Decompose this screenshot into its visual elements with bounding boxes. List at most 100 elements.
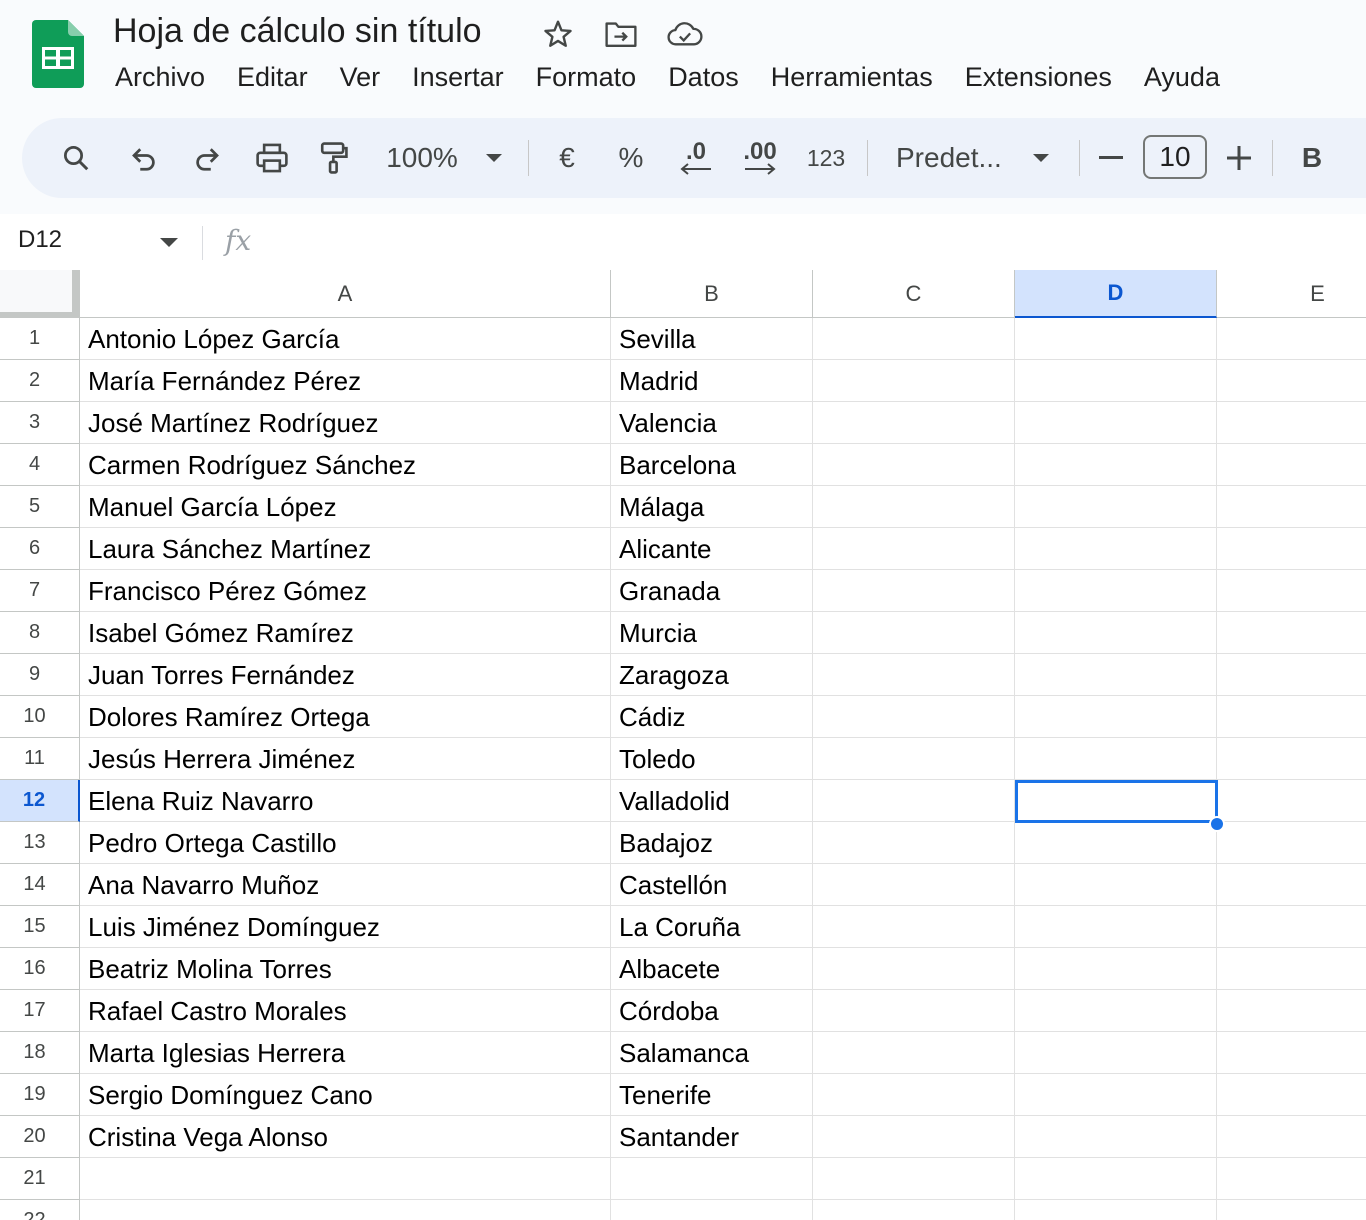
font-size-input[interactable]: 10: [1143, 135, 1207, 179]
row-header-6[interactable]: 6: [0, 528, 80, 570]
cell-b2[interactable]: Madrid: [611, 360, 813, 402]
cell-e7[interactable]: [1217, 570, 1366, 612]
cell-e3[interactable]: [1217, 402, 1366, 444]
cell-c16[interactable]: [813, 948, 1015, 990]
cell-d2[interactable]: [1015, 360, 1217, 402]
cell-c4[interactable]: [813, 444, 1015, 486]
cell-c5[interactable]: [813, 486, 1015, 528]
cell-c17[interactable]: [813, 990, 1015, 1032]
cell-d7[interactable]: [1015, 570, 1217, 612]
cell-b3[interactable]: Valencia: [611, 402, 813, 444]
row-header-11[interactable]: 11: [0, 738, 80, 780]
menu-editar[interactable]: Editar: [221, 60, 324, 100]
cell-a9[interactable]: Juan Torres Fernández: [80, 654, 611, 696]
row-header-8[interactable]: 8: [0, 612, 80, 654]
cell-e21[interactable]: [1217, 1158, 1366, 1200]
column-header-c[interactable]: C: [813, 270, 1015, 318]
cell-d5[interactable]: [1015, 486, 1217, 528]
row-header-21[interactable]: 21: [0, 1158, 80, 1200]
row-header-17[interactable]: 17: [0, 990, 80, 1032]
menu-ver[interactable]: Ver: [324, 60, 397, 100]
chevron-down-icon[interactable]: [160, 238, 178, 247]
cell-d10[interactable]: [1015, 696, 1217, 738]
cell-e12[interactable]: [1217, 780, 1366, 822]
row-header-20[interactable]: 20: [0, 1116, 80, 1158]
cell-b9[interactable]: Zaragoza: [611, 654, 813, 696]
cell-a21[interactable]: [80, 1158, 611, 1200]
cell-e18[interactable]: [1217, 1032, 1366, 1074]
search-icon[interactable]: [56, 138, 96, 178]
cell-d13[interactable]: [1015, 822, 1217, 864]
cell-a10[interactable]: Dolores Ramírez Ortega: [80, 696, 611, 738]
row-header-18[interactable]: 18: [0, 1032, 80, 1074]
cell-c12[interactable]: [813, 780, 1015, 822]
cell-a5[interactable]: Manuel García López: [80, 486, 611, 528]
document-title[interactable]: Hoja de cálculo sin título: [113, 12, 482, 51]
menu-datos[interactable]: Datos: [652, 60, 755, 100]
cell-c13[interactable]: [813, 822, 1015, 864]
cell-d9[interactable]: [1015, 654, 1217, 696]
cell-b10[interactable]: Cádiz: [611, 696, 813, 738]
cell-a17[interactable]: Rafael Castro Morales: [80, 990, 611, 1032]
cell-c20[interactable]: [813, 1116, 1015, 1158]
row-header-15[interactable]: 15: [0, 906, 80, 948]
currency-format-button[interactable]: €: [552, 138, 582, 178]
cell-c10[interactable]: [813, 696, 1015, 738]
cell-e9[interactable]: [1217, 654, 1366, 696]
cell-a4[interactable]: Carmen Rodríguez Sánchez: [80, 444, 611, 486]
cell-a18[interactable]: Marta Iglesias Herrera: [80, 1032, 611, 1074]
cell-d16[interactable]: [1015, 948, 1217, 990]
cell-e17[interactable]: [1217, 990, 1366, 1032]
cell-e1[interactable]: [1217, 318, 1366, 360]
cell-c2[interactable]: [813, 360, 1015, 402]
cell-a2[interactable]: María Fernández Pérez: [80, 360, 611, 402]
cell-d6[interactable]: [1015, 528, 1217, 570]
cell-b11[interactable]: Toledo: [611, 738, 813, 780]
cell-b6[interactable]: Alicante: [611, 528, 813, 570]
cell-a13[interactable]: Pedro Ortega Castillo: [80, 822, 611, 864]
cell-e22[interactable]: [1217, 1200, 1366, 1220]
cell-b19[interactable]: Tenerife: [611, 1074, 813, 1116]
cell-d18[interactable]: [1015, 1032, 1217, 1074]
cloud-saved-icon[interactable]: [667, 16, 703, 52]
cell-e16[interactable]: [1217, 948, 1366, 990]
cell-a14[interactable]: Ana Navarro Muñoz: [80, 864, 611, 906]
cell-c14[interactable]: [813, 864, 1015, 906]
cell-b7[interactable]: Granada: [611, 570, 813, 612]
cell-d14[interactable]: [1015, 864, 1217, 906]
menu-ayuda[interactable]: Ayuda: [1128, 60, 1236, 100]
cell-a1[interactable]: Antonio López García: [80, 318, 611, 360]
decrease-decimals-button[interactable]: .0: [674, 138, 718, 178]
cell-e10[interactable]: [1217, 696, 1366, 738]
star-icon[interactable]: [540, 16, 576, 52]
percent-format-button[interactable]: %: [616, 138, 646, 178]
fill-handle[interactable]: [1209, 816, 1225, 832]
row-header-5[interactable]: 5: [0, 486, 80, 528]
select-all-corner[interactable]: [0, 270, 80, 318]
print-icon[interactable]: [251, 138, 293, 178]
row-header-16[interactable]: 16: [0, 948, 80, 990]
cell-a6[interactable]: Laura Sánchez Martínez: [80, 528, 611, 570]
row-header-12[interactable]: 12: [0, 780, 80, 822]
cell-d21[interactable]: [1015, 1158, 1217, 1200]
cell-b13[interactable]: Badajoz: [611, 822, 813, 864]
cell-c3[interactable]: [813, 402, 1015, 444]
bold-button[interactable]: B: [1298, 138, 1326, 178]
zoom-select[interactable]: 100%: [384, 138, 460, 178]
cell-c6[interactable]: [813, 528, 1015, 570]
sheets-logo-icon[interactable]: [32, 20, 84, 88]
cell-a22[interactable]: [80, 1200, 611, 1220]
cell-b14[interactable]: Castellón: [611, 864, 813, 906]
undo-icon[interactable]: [124, 138, 164, 178]
cell-a3[interactable]: José Martínez Rodríguez: [80, 402, 611, 444]
increase-font-size-icon[interactable]: [1226, 138, 1252, 178]
cell-c15[interactable]: [813, 906, 1015, 948]
row-header-19[interactable]: 19: [0, 1074, 80, 1116]
cell-c18[interactable]: [813, 1032, 1015, 1074]
column-header-a[interactable]: A: [80, 270, 611, 318]
cell-b16[interactable]: Albacete: [611, 948, 813, 990]
name-box[interactable]: D12: [18, 226, 62, 254]
cell-e5[interactable]: [1217, 486, 1366, 528]
cell-d15[interactable]: [1015, 906, 1217, 948]
cell-b5[interactable]: Málaga: [611, 486, 813, 528]
